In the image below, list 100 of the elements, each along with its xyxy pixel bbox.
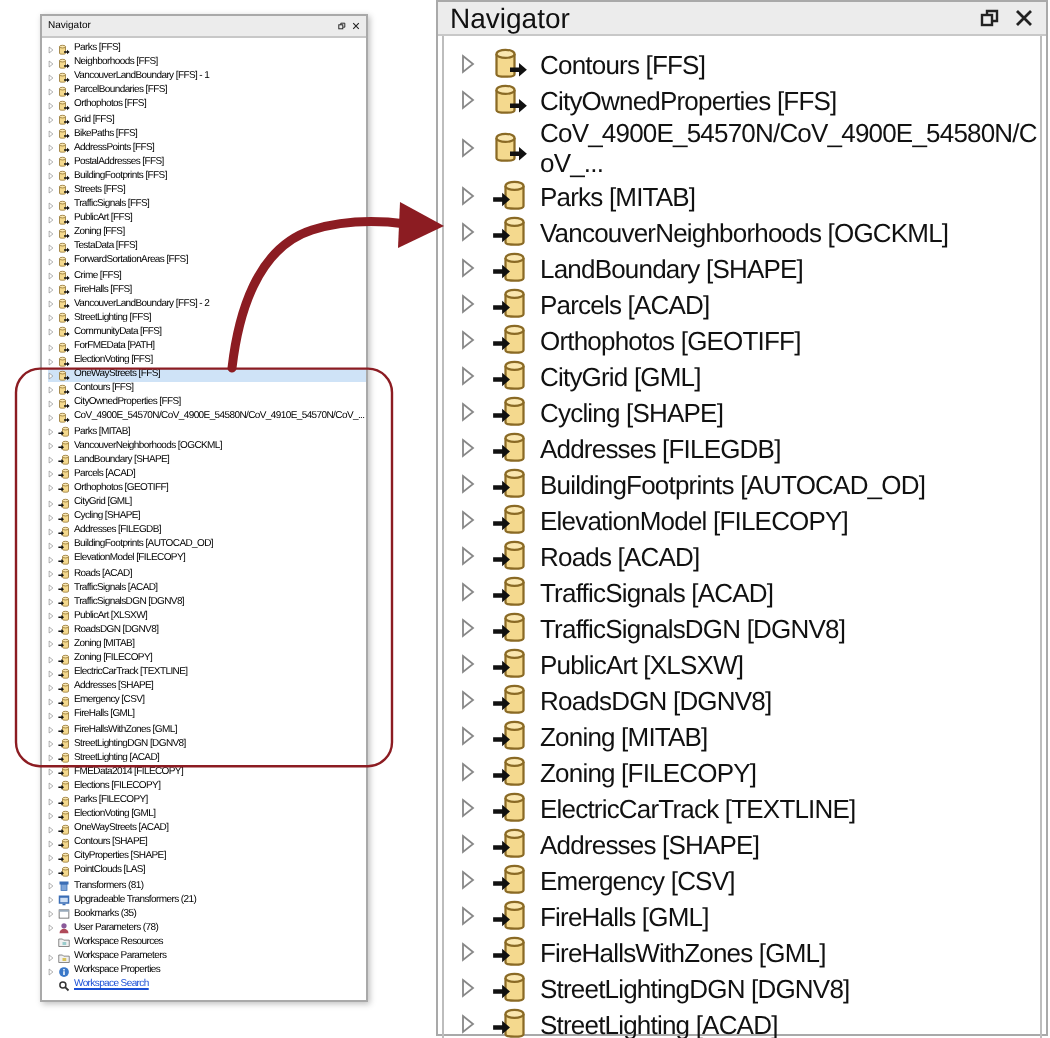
expand-caret-icon[interactable] [48,612,54,621]
expand-caret-icon[interactable] [48,541,54,550]
expand-caret-icon[interactable] [48,726,54,735]
expand-caret-icon[interactable] [48,272,54,281]
expand-caret-icon[interactable] [48,59,54,68]
expand-caret-icon[interactable] [460,618,476,638]
expand-caret-icon[interactable] [48,584,54,593]
expand-caret-icon[interactable] [48,499,54,508]
expand-caret-icon[interactable] [48,768,54,777]
expand-caret-icon[interactable] [48,484,54,493]
tree-item[interactable]: FireHalls [GML] [460,898,1040,934]
expand-caret-icon[interactable] [48,825,54,834]
close-icon[interactable] [1014,8,1034,28]
expand-caret-icon[interactable] [460,474,476,494]
expand-caret-icon[interactable] [48,697,54,706]
expand-caret-icon[interactable] [48,797,54,806]
restore-icon[interactable] [338,22,346,30]
expand-caret-icon[interactable] [48,555,54,564]
expand-caret-icon[interactable] [48,924,54,933]
tree-item[interactable]: BuildingFootprints [AUTOCAD_OD] [460,466,1040,502]
expand-caret-icon[interactable] [460,726,476,746]
expand-caret-icon[interactable] [460,1014,476,1034]
expand-caret-icon[interactable] [48,130,54,139]
expand-caret-icon[interactable] [460,90,476,110]
tree-item[interactable]: Parks [MITAB] [460,178,1040,214]
expand-caret-icon[interactable] [460,222,476,242]
tree-item[interactable]: PublicArt [XLSXW] [460,646,1040,682]
expand-caret-icon[interactable] [460,870,476,890]
expand-caret-icon[interactable] [48,314,54,323]
expand-caret-icon[interactable] [460,438,476,458]
expand-caret-icon[interactable] [460,138,476,158]
expand-caret-icon[interactable] [48,655,54,664]
expand-caret-icon[interactable] [48,754,54,763]
expand-caret-icon[interactable] [48,867,54,876]
expand-caret-icon[interactable] [48,470,54,479]
expand-caret-icon[interactable] [48,186,54,195]
tree-item[interactable]: LandBoundary [SHAPE] [460,250,1040,286]
expand-caret-icon[interactable] [48,711,54,720]
tree-item[interactable]: CoV_4900E_54570N/CoV_4900E_54580N/CoV_... [460,118,1040,178]
expand-caret-icon[interactable] [48,328,54,337]
expand-caret-icon[interactable] [460,834,476,854]
expand-caret-icon[interactable] [48,428,54,437]
tree-item[interactable]: Addresses [SHAPE] [460,826,1040,862]
tree-item[interactable]: StreetLighting [ACAD] [460,1006,1040,1038]
expand-caret-icon[interactable] [460,366,476,386]
tree-item[interactable]: ElectricCarTrack [TEXTLINE] [460,790,1040,826]
expand-caret-icon[interactable] [48,116,54,125]
expand-caret-icon[interactable] [48,953,54,962]
expand-caret-icon[interactable] [460,798,476,818]
expand-caret-icon[interactable] [48,626,54,635]
expand-caret-icon[interactable] [460,582,476,602]
tree-item[interactable]: TrafficSignalsDGN [DGNV8] [460,610,1040,646]
tree-item[interactable]: Emergency [CSV] [460,862,1040,898]
tree-item[interactable]: CityGrid [GML] [460,358,1040,394]
expand-caret-icon[interactable] [48,740,54,749]
expand-caret-icon[interactable] [460,762,476,782]
expand-caret-icon[interactable] [48,570,54,579]
expand-caret-icon[interactable] [48,343,54,352]
expand-caret-icon[interactable] [48,87,54,96]
tree-item[interactable]: Cycling [SHAPE] [460,394,1040,430]
tree-item[interactable]: StreetLightingDGN [DGNV8] [460,970,1040,1006]
expand-caret-icon[interactable] [460,54,476,74]
expand-caret-icon[interactable] [460,186,476,206]
expand-caret-icon[interactable] [460,258,476,278]
expand-caret-icon[interactable] [48,371,54,380]
tree-item[interactable]: Zoning [FILECOPY] [460,754,1040,790]
expand-caret-icon[interactable] [48,527,54,536]
expand-caret-icon[interactable] [48,101,54,110]
tree-item[interactable]: ElevationModel [FILECOPY] [460,502,1040,538]
expand-caret-icon[interactable] [48,144,54,153]
close-icon[interactable] [352,22,360,30]
expand-caret-icon[interactable] [460,330,476,350]
tree-item[interactable]: Contours [FFS] [460,46,1040,82]
expand-caret-icon[interactable] [48,300,54,309]
expand-caret-icon[interactable] [48,45,54,54]
expand-caret-icon[interactable] [48,782,54,791]
expand-caret-icon[interactable] [48,896,54,905]
expand-caret-icon[interactable] [48,513,54,522]
tree-item[interactable]: TrafficSignals [ACAD] [460,574,1040,610]
tree-item[interactable]: Roads [ACAD] [460,538,1040,574]
expand-caret-icon[interactable] [48,172,54,181]
expand-caret-icon[interactable] [48,456,54,465]
tree-item[interactable]: Parcels [ACAD] [460,286,1040,322]
expand-caret-icon[interactable] [48,882,54,891]
expand-caret-icon[interactable] [48,683,54,692]
tree-item[interactable]: CityOwnedProperties [FFS] [460,82,1040,118]
expand-caret-icon[interactable] [48,839,54,848]
expand-caret-icon[interactable] [48,201,54,210]
expand-caret-icon[interactable] [48,215,54,224]
expand-caret-icon[interactable] [48,243,54,252]
tree-item[interactable]: Addresses [FILEGDB] [460,430,1040,466]
tree-item[interactable]: RoadsDGN [DGNV8] [460,682,1040,718]
tree-item[interactable]: FireHallsWithZones [GML] [460,934,1040,970]
expand-caret-icon[interactable] [460,690,476,710]
restore-icon[interactable] [980,8,1000,28]
tree-item[interactable]: Orthophotos [GEOTIFF] [460,322,1040,358]
expand-caret-icon[interactable] [48,967,54,976]
tree-item[interactable]: Zoning [MITAB] [460,718,1040,754]
expand-caret-icon[interactable] [48,598,54,607]
expand-caret-icon[interactable] [460,942,476,962]
